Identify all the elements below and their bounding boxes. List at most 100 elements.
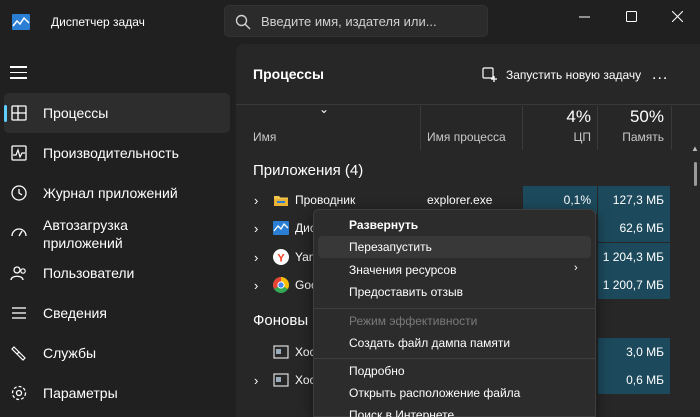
svg-text:Y: Y bbox=[277, 253, 285, 265]
run-task-label: Запустить новую задачу bbox=[506, 68, 642, 82]
services-icon bbox=[11, 346, 26, 361]
sidebar-item-label: Журнал приложений bbox=[43, 185, 178, 201]
new-task-icon bbox=[482, 67, 497, 82]
header-divider bbox=[236, 104, 700, 105]
column-cpu[interactable]: ЦП bbox=[523, 130, 591, 144]
cpu-total-pct[interactable]: 4% bbox=[523, 107, 591, 127]
startup-icon bbox=[11, 228, 27, 237]
sidebar-item-label: Процессы bbox=[43, 105, 109, 121]
app-history-icon bbox=[11, 185, 27, 201]
sidebar-item-performance[interactable]: Производительность bbox=[4, 133, 230, 173]
maximize-icon bbox=[625, 10, 637, 22]
page-title: Процессы bbox=[253, 66, 324, 82]
users-icon bbox=[10, 266, 26, 281]
row-memory: 127,3 МБ bbox=[598, 186, 670, 214]
run-new-task-button[interactable]: Запустить новую задачу bbox=[482, 64, 641, 86]
sidebar-item-users[interactable]: Пользователи bbox=[4, 253, 230, 293]
sidebar-item-details[interactable]: Сведения bbox=[4, 293, 230, 333]
menu-item-expand[interactable]: Развернуть bbox=[318, 214, 591, 236]
row-memory: 3,0 МБ bbox=[598, 338, 670, 366]
menu-item-label: Развернуть bbox=[349, 218, 419, 232]
sort-chevron-icon[interactable]: ⌄ bbox=[319, 102, 329, 116]
details-icon bbox=[12, 307, 26, 319]
menu-item-label: Подробно bbox=[349, 364, 405, 378]
active-indicator bbox=[4, 105, 7, 122]
context-menu: Развернуть Перезапустить Значения ресурс… bbox=[313, 209, 596, 417]
menu-item-label: Предоставить отзыв bbox=[349, 285, 463, 299]
sidebar-item-settings[interactable]: Параметры bbox=[4, 373, 230, 413]
search-input[interactable]: Введите имя, издателя или... bbox=[261, 14, 437, 29]
service-host-icon bbox=[273, 373, 289, 387]
sidebar-item-label: Параметры bbox=[43, 385, 118, 401]
menu-item-label: Поиск в Интернете bbox=[349, 408, 455, 417]
expand-chevron-icon[interactable]: › bbox=[254, 221, 258, 236]
close-icon bbox=[671, 10, 683, 22]
menu-item-label: Открыть расположение файла bbox=[349, 386, 521, 400]
menu-item-open-file-location[interactable]: Открыть расположение файла bbox=[318, 382, 591, 404]
taskmanager-app-icon bbox=[12, 14, 30, 30]
column-memory[interactable]: Память bbox=[598, 130, 664, 144]
column-process-name[interactable]: Имя процесса bbox=[427, 130, 506, 144]
submenu-chevron-icon: › bbox=[574, 262, 578, 274]
search-icon bbox=[235, 14, 251, 30]
sidebar-item-label: Пользователи bbox=[43, 265, 135, 281]
row-process-name: explorer.exe bbox=[427, 193, 493, 207]
row-name: Проводник bbox=[295, 193, 356, 207]
chrome-icon bbox=[273, 277, 289, 293]
menu-icon[interactable] bbox=[10, 66, 27, 80]
expand-chevron-icon[interactable]: › bbox=[254, 250, 258, 265]
processes-icon bbox=[11, 105, 27, 121]
sidebar: Процессы Производительность Журнал прило… bbox=[0, 44, 236, 417]
memory-total-pct[interactable]: 50% bbox=[598, 107, 664, 127]
menu-item-efficiency-mode: Режим эффективности bbox=[318, 310, 591, 332]
maximize-button[interactable] bbox=[608, 0, 654, 32]
more-options-button[interactable]: ... bbox=[652, 66, 676, 83]
menu-item-label: Перезапустить bbox=[349, 240, 432, 254]
column-divider bbox=[671, 106, 672, 150]
expand-chevron-icon[interactable]: › bbox=[254, 373, 258, 388]
row-memory: 62,6 МБ bbox=[598, 214, 670, 242]
startup-label-line1: Автозагрузка bbox=[43, 217, 128, 233]
minimize-button[interactable] bbox=[561, 0, 607, 32]
close-button[interactable] bbox=[654, 0, 700, 32]
menu-item-resource-values[interactable]: Значения ресурсов › bbox=[318, 259, 591, 281]
performance-icon bbox=[11, 145, 27, 161]
app-title: Диспетчер задач bbox=[51, 15, 145, 29]
menu-item-search-online[interactable]: Поиск в Интернете bbox=[318, 404, 591, 417]
row-memory: 0,6 МБ bbox=[598, 366, 670, 394]
menu-item-label: Создать файл дампа памяти bbox=[349, 336, 511, 350]
menu-item-feedback[interactable]: Предоставить отзыв bbox=[318, 281, 591, 303]
sidebar-item-label: Службы bbox=[43, 345, 97, 361]
yandex-icon: Y bbox=[273, 249, 289, 265]
expand-chevron-icon[interactable]: › bbox=[254, 278, 258, 293]
sidebar-item-label: Производительность bbox=[43, 145, 179, 161]
menu-separator bbox=[314, 308, 595, 309]
menu-item-label: Режим эффективности bbox=[349, 314, 478, 328]
taskmanager-icon bbox=[273, 221, 289, 235]
sidebar-item-app-history[interactable]: Журнал приложений bbox=[4, 173, 230, 213]
sidebar-item-startup[interactable]: Автозагрузка приложений bbox=[4, 213, 230, 253]
menu-separator bbox=[314, 358, 595, 359]
minimize-icon bbox=[578, 16, 590, 17]
column-divider bbox=[420, 106, 421, 150]
row-memory: 1 204,3 МБ bbox=[598, 243, 670, 271]
sidebar-item-services[interactable]: Службы bbox=[4, 333, 230, 373]
column-name[interactable]: Имя bbox=[253, 130, 276, 144]
group-background-title[interactable]: Фоновы bbox=[253, 312, 308, 329]
startup-label-line2: приложений bbox=[43, 235, 123, 251]
gear-icon bbox=[11, 385, 27, 401]
title-bar: Диспетчер задач Введите имя, издателя ил… bbox=[0, 0, 700, 44]
scrollbar[interactable] bbox=[694, 162, 697, 186]
scroll-up-arrow-icon[interactable]: ▲ bbox=[691, 144, 699, 153]
menu-item-create-dump[interactable]: Создать файл дампа памяти bbox=[318, 332, 591, 354]
sidebar-item-processes[interactable]: Процессы bbox=[4, 93, 230, 133]
menu-item-details[interactable]: Подробно bbox=[318, 360, 591, 382]
menu-item-restart[interactable]: Перезапустить bbox=[318, 236, 591, 258]
search-box[interactable]: Введите имя, издателя или... bbox=[224, 5, 488, 37]
row-memory: 1 200,7 МБ bbox=[598, 271, 670, 299]
folder-icon bbox=[274, 196, 288, 206]
group-apps-title[interactable]: Приложения (4) bbox=[253, 162, 363, 179]
menu-item-label: Значения ресурсов bbox=[349, 263, 457, 277]
expand-chevron-icon[interactable]: › bbox=[254, 193, 258, 208]
sidebar-item-label: Автозагрузка приложений bbox=[43, 216, 128, 252]
